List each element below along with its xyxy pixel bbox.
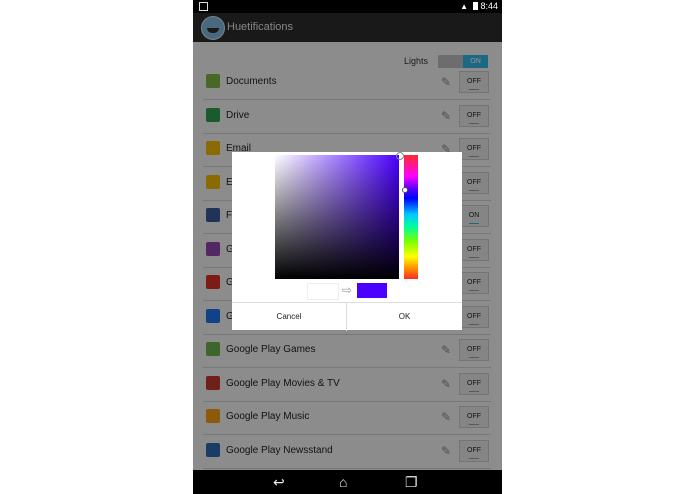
battery-icon bbox=[473, 2, 478, 10]
dialog-button-bar: Cancel OK bbox=[232, 302, 462, 331]
saturation-value-cursor[interactable] bbox=[396, 152, 404, 160]
recent-apps-icon[interactable]: ❐ bbox=[405, 474, 418, 491]
home-icon[interactable]: ⌂ bbox=[339, 474, 347, 490]
color-picker-dialog: ⇨ Cancel OK bbox=[232, 152, 462, 331]
wifi-icon: ▲ bbox=[460, 2, 468, 11]
ok-button[interactable]: OK bbox=[347, 303, 462, 331]
navigation-bar: ↩ ⌂ ❐ bbox=[193, 470, 502, 494]
cancel-button[interactable]: Cancel bbox=[232, 303, 347, 331]
status-time: 8:44 bbox=[480, 1, 498, 11]
arrow-right-icon: ⇨ bbox=[342, 283, 353, 297]
hue-slider-handle[interactable] bbox=[402, 187, 408, 193]
previous-color-swatch bbox=[307, 283, 339, 300]
notification-icon bbox=[199, 2, 208, 11]
status-bar: ▲ 8:44 bbox=[193, 0, 502, 13]
new-color-swatch bbox=[357, 283, 387, 298]
back-icon[interactable]: ↩ bbox=[273, 474, 285, 491]
saturation-value-picker[interactable] bbox=[275, 155, 399, 279]
hue-slider[interactable] bbox=[404, 155, 418, 279]
